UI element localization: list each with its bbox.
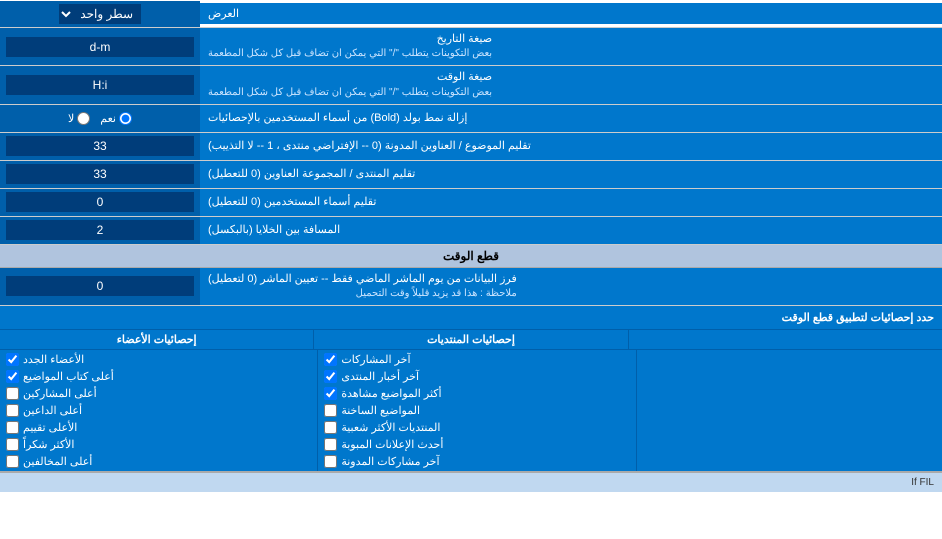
time-format-row: صيغة الوقت بعض التكوينات يتطلب "/" التي …: [0, 66, 942, 104]
username-trim-input[interactable]: [6, 192, 194, 212]
date-format-input-container: [0, 28, 200, 65]
col1-checkboxes: آخر المشاركات آخر أخبار المنتدى أكثر الم…: [317, 350, 635, 471]
stats-define-row: حدد إحصائيات لتطبيق قطع الوقت: [0, 306, 942, 330]
display-row: العرض سطر واحد سطرين ثلاثة أسطر: [0, 0, 942, 28]
col1-item-3: المواضيع الساخنة: [324, 403, 629, 418]
time-format-input[interactable]: [6, 75, 194, 95]
col2-item-6: أعلى المخالفين: [6, 454, 311, 469]
col1-checkbox-2[interactable]: [324, 387, 337, 400]
col1-checkbox-4[interactable]: [324, 421, 337, 434]
col2-checkbox-2[interactable]: [6, 387, 19, 400]
col2-item-4: الأعلى تقييم: [6, 420, 311, 435]
username-trim-label: تقليم أسماء المستخدمين (0 للتعطيل): [200, 189, 942, 216]
col2-checkbox-5[interactable]: [6, 438, 19, 451]
col2-item-0: الأعضاء الجدد: [6, 352, 311, 367]
col2-checkbox-1[interactable]: [6, 370, 19, 383]
bold-remove-label: إزالة نمط بولد (Bold) من أسماء المستخدمي…: [200, 105, 942, 132]
col1-checkbox-6[interactable]: [324, 455, 337, 468]
col1-item-1: آخر أخبار المنتدى: [324, 369, 629, 384]
col1-header: [628, 330, 942, 349]
forum-trim-label: تقليم المنتدى / المجموعة العناوين (0 للت…: [200, 161, 942, 188]
col1-item-6: آخر مشاركات المدونة: [324, 454, 629, 469]
date-format-label: صيغة التاريخ بعض التكوينات يتطلب "/" الت…: [200, 28, 942, 65]
bold-no-label: لا: [68, 112, 74, 125]
forum-trim-row: تقليم المنتدى / المجموعة العناوين (0 للت…: [0, 161, 942, 189]
topic-trim-label: تقليم الموضوع / العناوين المدونة (0 -- ا…: [200, 133, 942, 160]
time-cut-label: فرز البيانات من يوم الماشر الماضي فقط --…: [200, 268, 942, 305]
username-trim-input-container: [0, 189, 200, 216]
forum-trim-input-container: [0, 161, 200, 188]
time-format-input-container: [0, 66, 200, 103]
checkbox-area: آخر المشاركات آخر أخبار المنتدى أكثر الم…: [0, 350, 942, 472]
bold-remove-control: نعم لا: [0, 105, 200, 132]
col-headers: إحصائيات المنتديات إحصائيات الأعضاء: [0, 330, 942, 350]
date-format-row: صيغة التاريخ بعض التكوينات يتطلب "/" الت…: [0, 28, 942, 66]
main-container: العرض سطر واحد سطرين ثلاثة أسطر صيغة الت…: [0, 0, 942, 492]
display-select[interactable]: سطر واحد سطرين ثلاثة أسطر: [59, 4, 141, 24]
cell-space-label: المسافة بين الخلايا (بالبكسل): [200, 217, 942, 244]
cell-space-input-container: [0, 217, 200, 244]
bold-yes-label: نعم: [100, 112, 116, 125]
col1-checkbox-5[interactable]: [324, 438, 337, 451]
col2-checkboxes: الأعضاء الجدد أعلى كتاب المواضيع أعلى ال…: [0, 350, 317, 471]
time-cut-section-header: قطع الوقت: [0, 245, 942, 268]
time-cut-row: فرز البيانات من يوم الماشر الماضي فقط --…: [0, 268, 942, 306]
bold-remove-row: إزالة نمط بولد (Bold) من أسماء المستخدمي…: [0, 105, 942, 133]
forum-trim-input[interactable]: [6, 164, 194, 184]
col1-items-header: إحصائيات المنتديات: [313, 330, 627, 349]
col1-item-5: أحدث الإعلانات المبوبة: [324, 437, 629, 452]
col1-item-4: المنتديات الأكثر شعبية: [324, 420, 629, 435]
topic-trim-row: تقليم الموضوع / العناوين المدونة (0 -- ا…: [0, 133, 942, 161]
bold-no-radio[interactable]: [77, 112, 90, 125]
bold-yes-radio[interactable]: [119, 112, 132, 125]
col2-item-1: أعلى كتاب المواضيع: [6, 369, 311, 384]
time-cut-input[interactable]: [6, 276, 194, 296]
col1-checkbox-0[interactable]: [324, 353, 337, 366]
bottom-info: If FIL: [0, 472, 942, 492]
username-trim-row: تقليم أسماء المستخدمين (0 للتعطيل): [0, 189, 942, 217]
spacer: [636, 350, 942, 471]
stats-define-label: حدد إحصائيات لتطبيق قطع الوقت: [0, 308, 942, 327]
time-format-label: صيغة الوقت بعض التكوينات يتطلب "/" التي …: [200, 66, 942, 103]
col1-checkbox-3[interactable]: [324, 404, 337, 417]
col2-item-2: أعلى المشاركين: [6, 386, 311, 401]
cell-space-input[interactable]: [6, 220, 194, 240]
topic-trim-input[interactable]: [6, 136, 194, 156]
col2-item-3: أعلى الداعين: [6, 403, 311, 418]
date-format-input[interactable]: [6, 37, 194, 57]
col2-items-header: إحصائيات الأعضاء: [0, 330, 313, 349]
col2-item-5: الأكثر شكراً: [6, 437, 311, 452]
col2-checkbox-4[interactable]: [6, 421, 19, 434]
display-label: العرض: [200, 3, 942, 24]
col1-item-0: آخر المشاركات: [324, 352, 629, 367]
topic-trim-input-container: [0, 133, 200, 160]
time-cut-input-container: [0, 268, 200, 305]
col2-checkbox-6[interactable]: [6, 455, 19, 468]
display-control: سطر واحد سطرين ثلاثة أسطر: [0, 1, 200, 27]
col1-checkbox-1[interactable]: [324, 370, 337, 383]
col2-checkbox-0[interactable]: [6, 353, 19, 366]
cell-space-row: المسافة بين الخلايا (بالبكسل): [0, 217, 942, 245]
col1-item-2: أكثر المواضيع مشاهدة: [324, 386, 629, 401]
col2-checkbox-3[interactable]: [6, 404, 19, 417]
